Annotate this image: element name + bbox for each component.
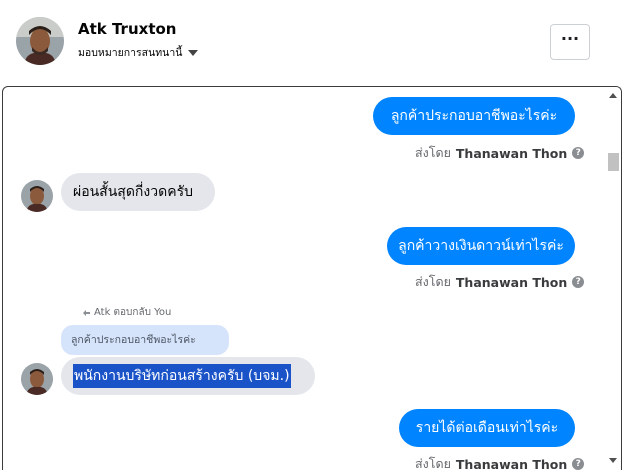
reply-arrow-icon	[83, 309, 90, 316]
message-text: ผ่อนสั้นสุดกี่งวดครับ	[73, 184, 193, 200]
sent-by-prefix: ส่งโดย	[415, 456, 451, 470]
contact-avatar[interactable]	[16, 17, 64, 65]
assign-conversation-dropdown[interactable]: มอบหมายการสนทนานี้	[78, 44, 199, 61]
message-text: ลูกค้าวางเงินดาวน์เท่าไรค่ะ	[398, 238, 564, 254]
scrollbar-thumb[interactable]	[608, 153, 619, 171]
info-icon[interactable]: ?	[572, 147, 585, 159]
caret-down-icon	[188, 49, 199, 56]
scroll-down-arrow-icon[interactable]	[609, 458, 617, 463]
info-icon[interactable]: ?	[572, 276, 585, 288]
more-options-button[interactable]: ···	[550, 24, 590, 60]
sent-by-author: Thanawan Thon	[455, 456, 568, 470]
message-text: ลูกค้าประกอบอาชีพอะไรค่ะ	[390, 108, 558, 124]
scroll-up-arrow-icon[interactable]	[609, 93, 617, 98]
sent-by-line: ส่งโดย Thanawan Thon ?	[415, 143, 585, 163]
reply-label-text: Atk ตอบกลับ You	[94, 307, 172, 318]
sent-by-prefix: ส่งโดย	[415, 145, 451, 160]
contact-name: Atk Truxton	[78, 20, 177, 38]
message-bubble-outgoing[interactable]: รายได้ต่อเดือนเท่าไรค่ะ	[399, 409, 575, 447]
message-bubble-incoming[interactable]: ผ่อนสั้นสุดกี่งวดครับ	[61, 173, 215, 211]
message-thread[interactable]: ลูกค้าประกอบอาชีพอะไรค่ะ ส่งโดย Thanawan…	[2, 86, 622, 470]
message-bubble-outgoing[interactable]: ลูกค้าประกอบอาชีพอะไรค่ะ	[373, 97, 575, 135]
contact-avatar-small	[21, 363, 53, 395]
quoted-text: ลูกค้าประกอบอาชีพอะไรค่ะ	[71, 334, 196, 346]
assign-conversation-label: มอบหมายการสนทนานี้	[78, 47, 183, 59]
quoted-message[interactable]: ลูกค้าประกอบอาชีพอะไรค่ะ	[61, 325, 229, 355]
scrollbar[interactable]	[605, 87, 621, 470]
sent-by-author: Thanawan Thon	[455, 274, 568, 290]
message-text-selected: พนักงานบริษัทก่อนสร้างครับ (บจม.)	[73, 364, 291, 388]
sent-by-author: Thanawan Thon	[455, 145, 568, 161]
sent-by-prefix: ส่งโดย	[415, 274, 451, 289]
conversation-header: Atk Truxton มอบหมายการสนทนานี้ ···	[0, 0, 622, 84]
message-bubble-incoming[interactable]: พนักงานบริษัทก่อนสร้างครับ (บจม.)	[61, 357, 315, 395]
info-icon[interactable]: ?	[572, 458, 585, 470]
sent-by-line: ส่งโดย Thanawan Thon ?	[415, 454, 585, 470]
contact-avatar-small	[21, 180, 53, 212]
sent-by-line: ส่งโดย Thanawan Thon ?	[415, 272, 585, 292]
message-text: รายได้ต่อเดือนเท่าไรค่ะ	[415, 420, 559, 436]
reply-indicator: Atk ตอบกลับ You	[83, 305, 171, 320]
message-bubble-outgoing[interactable]: ลูกค้าวางเงินดาวน์เท่าไรค่ะ	[387, 227, 575, 265]
more-icon: ···	[560, 29, 580, 48]
